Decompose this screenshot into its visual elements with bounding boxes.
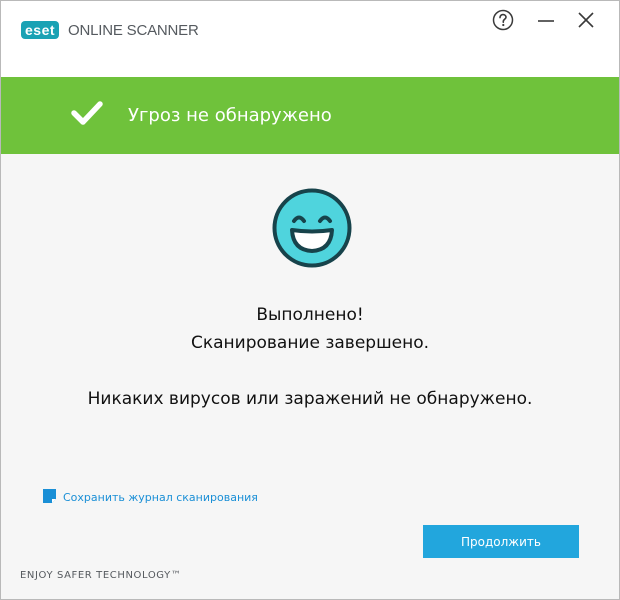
document-save-icon <box>43 489 56 503</box>
close-icon <box>578 12 594 28</box>
status-banner: Угроз не обнаружено <box>1 77 619 154</box>
result-details: Никаких вирусов или заражений не обнаруж… <box>87 389 533 409</box>
checkmark-icon <box>71 101 103 125</box>
result-title: Выполнено! <box>256 305 364 325</box>
close-button[interactable] <box>573 7 599 33</box>
continue-button[interactable]: Продолжить <box>423 525 579 558</box>
title-bar: eset ONLINE SCANNER <box>1 1 619 77</box>
minimize-icon <box>538 20 554 22</box>
product-name: ONLINE SCANNER <box>68 21 199 39</box>
help-button[interactable] <box>490 7 516 33</box>
question-circle-icon <box>492 9 514 31</box>
result-subtitle: Сканирование завершено. <box>190 333 430 353</box>
eset-logo-badge: eset <box>21 21 60 39</box>
footer-tagline: ENJOY SAFER TECHNOLOGY™ <box>20 570 182 581</box>
scanner-window: eset ONLINE SCANNER Угроз не обнаружено … <box>0 0 620 600</box>
happy-face-icon <box>272 188 352 268</box>
eset-logo: eset ONLINE SCANNER <box>21 21 199 39</box>
minimize-button[interactable] <box>533 7 559 33</box>
status-banner-text: Угроз не обнаружено <box>128 105 332 126</box>
save-scan-log-label: Сохранить журнал сканирования <box>63 490 258 504</box>
save-scan-log-link[interactable]: Сохранить журнал сканирования <box>43 489 258 505</box>
